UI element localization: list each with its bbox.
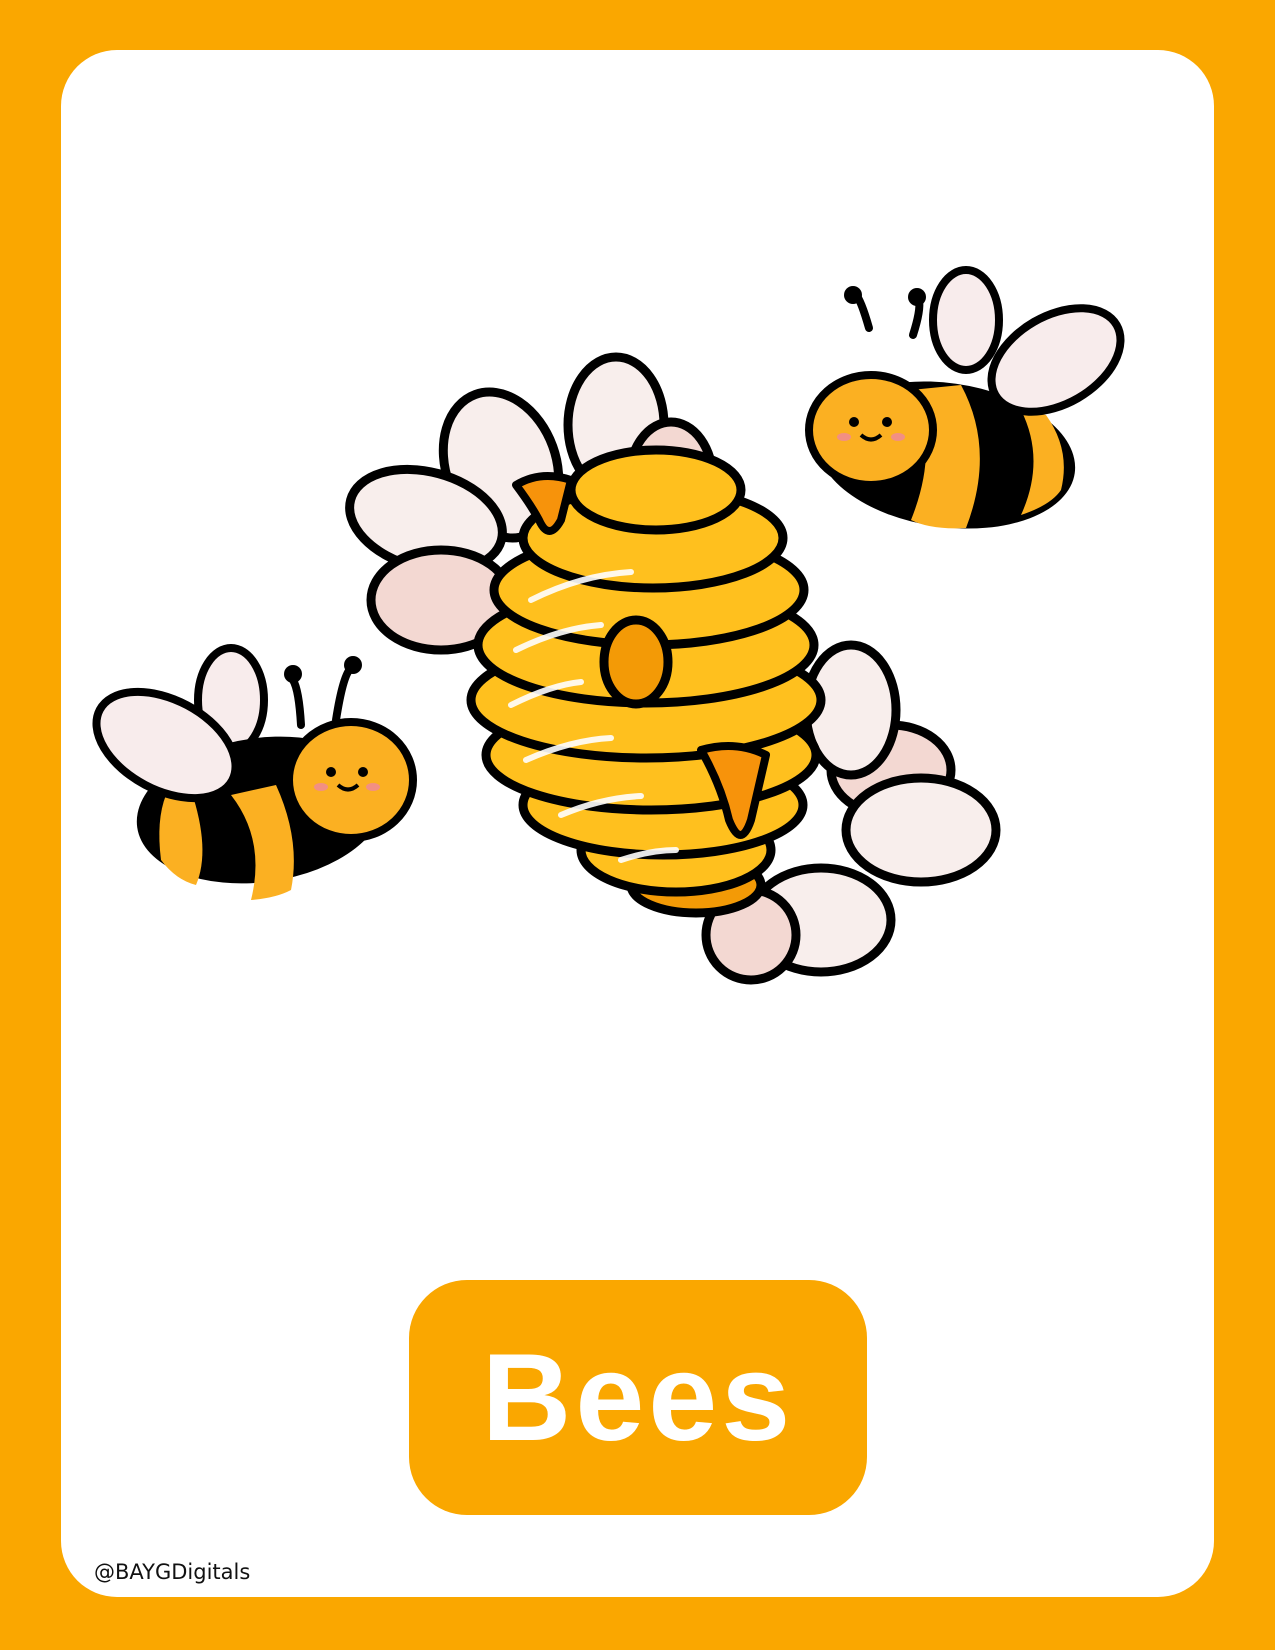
bees-illustration (92, 266, 1125, 985)
flashcard: Bees @BAYGDigitals (61, 50, 1214, 1597)
bee-icon (92, 644, 417, 900)
card-title: Bees (481, 1328, 795, 1467)
bee-icon (805, 266, 1125, 529)
title-badge: Bees (409, 1280, 867, 1515)
credit-text: @BAYGDigitals (94, 1560, 251, 1584)
